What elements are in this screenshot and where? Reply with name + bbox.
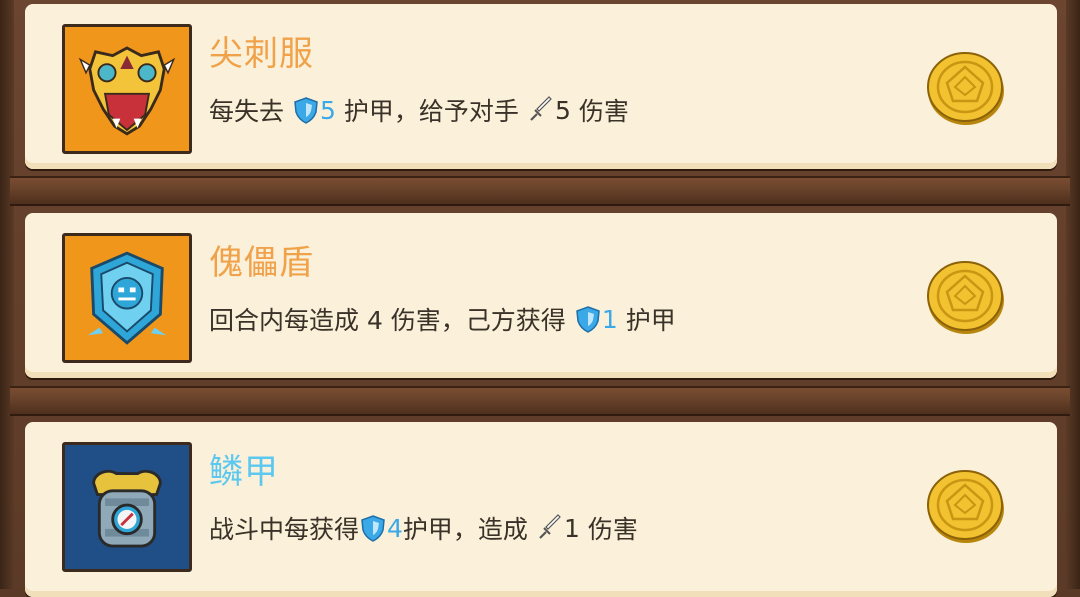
shield-icon [361,515,385,542]
armor-value: 1 [601,304,618,334]
frame-right-edge [1066,0,1080,589]
item-description: 战斗中每获得 4 护甲，造成 1 伤害 [209,510,638,546]
golem-shield-icon [62,233,192,363]
shield-icon [576,306,600,333]
scale-armor-icon [62,442,192,572]
desc-text: 护甲，给予对手 [343,97,519,126]
sword-icon [530,96,552,121]
spiked-armor-icon [62,24,192,154]
desc-text: 战斗中每获得 [209,515,360,544]
desc-text: 护甲，造成 [402,515,528,544]
desc-text: 护甲 [625,306,676,335]
item-card-golem-shield[interactable]: 傀儡盾 回合内每造成 4 伤害，己方获得 1 护甲 [25,213,1057,378]
wood-divider [10,386,1070,416]
item-description: 每失去 5 护甲，给予对手 5 伤害 [209,92,629,128]
gold-coin-icon[interactable] [925,258,1007,336]
item-name: 尖刺服 [209,34,314,74]
gold-coin-icon[interactable] [925,49,1007,127]
desc-text: 伤害 [587,515,638,544]
desc-text: 每失去 [209,97,285,126]
gold-coin-icon[interactable] [925,467,1007,545]
item-name: 傀儡盾 [209,243,314,283]
armor-value: 4 [387,513,403,543]
item-card-spiked-armor[interactable]: 尖刺服 每失去 5 护甲，给予对手 5 伤害 [25,4,1057,169]
wood-divider [10,176,1070,206]
sword-icon [539,514,561,539]
item-name: 鳞甲 [209,452,279,492]
armor-value: 5 [320,95,336,125]
frame-left-edge [0,0,14,589]
damage-value: 1 [563,513,580,543]
damage-value: 5 [554,95,571,125]
item-card-scale-armor[interactable]: 鳞甲 战斗中每获得 4 护甲，造成 1 伤害 [25,422,1057,597]
desc-text: 伤害 [578,97,629,126]
desc-text: 回合内每造成 4 伤害，己方获得 [209,306,566,335]
shield-icon [294,97,318,124]
item-description: 回合内每造成 4 伤害，己方获得 1 护甲 [209,301,676,337]
